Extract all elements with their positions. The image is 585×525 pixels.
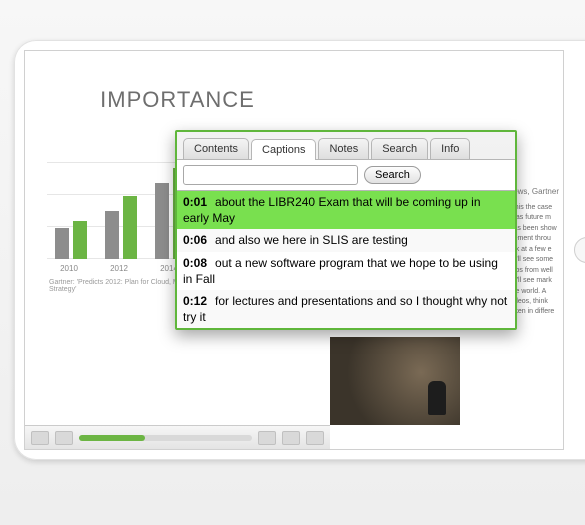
lecture-photo bbox=[330, 337, 460, 425]
caption-search-input[interactable] bbox=[183, 165, 358, 185]
tab-search[interactable]: Search bbox=[371, 138, 428, 159]
caption-line[interactable]: 0:06 and also we here in SLIS are testing bbox=[177, 229, 515, 251]
bar bbox=[105, 211, 119, 259]
video-player-bar bbox=[25, 425, 330, 449]
caption-timestamp: 0:01 bbox=[183, 195, 207, 209]
caption-line[interactable]: 0:01about the LIBR240 Exam that will be … bbox=[177, 191, 515, 229]
caption-timestamp: 0:08 bbox=[183, 256, 207, 270]
slide-title: IMPORTANCE bbox=[25, 73, 330, 117]
caption-timestamp: 0:06 bbox=[183, 233, 207, 247]
home-button[interactable] bbox=[574, 237, 585, 263]
caption-line[interactable]: 0:08out a new software program that we h… bbox=[177, 252, 515, 290]
x-axis-label: 2010 bbox=[49, 264, 89, 273]
caption-text: and also we here in SLIS are testing bbox=[215, 233, 408, 247]
tab-info[interactable]: Info bbox=[430, 138, 470, 159]
caption-text: for lectures and presentations and so I … bbox=[183, 294, 507, 324]
progress-track[interactable] bbox=[79, 435, 252, 441]
caption-text: about the LIBR240 Exam that will be comi… bbox=[183, 195, 481, 225]
bar bbox=[55, 228, 69, 260]
caption-text: out a new software program that we hope … bbox=[183, 256, 498, 286]
tab-contents[interactable]: Contents bbox=[183, 138, 249, 159]
play-button[interactable] bbox=[55, 431, 73, 445]
bar bbox=[123, 196, 137, 259]
bar bbox=[155, 183, 169, 259]
tab-captions[interactable]: Captions bbox=[251, 139, 316, 160]
captions-panel: ContentsCaptionsNotesSearchInfo Search 0… bbox=[175, 130, 517, 330]
tab-bar: ContentsCaptionsNotesSearchInfo bbox=[177, 132, 515, 159]
caption-timestamp: 0:12 bbox=[183, 294, 207, 308]
x-axis-label: 2012 bbox=[99, 264, 139, 273]
caption-list[interactable]: 0:01about the LIBR240 Exam that will be … bbox=[177, 191, 515, 328]
fullscreen-button[interactable] bbox=[306, 431, 324, 445]
progress-fill bbox=[79, 435, 145, 441]
volume-button[interactable] bbox=[258, 431, 276, 445]
next-button[interactable] bbox=[282, 431, 300, 445]
caption-search-button[interactable]: Search bbox=[364, 166, 421, 184]
caption-line[interactable]: 0:12for lectures and presentations and s… bbox=[177, 290, 515, 328]
search-row: Search bbox=[177, 159, 515, 191]
prev-button[interactable] bbox=[31, 431, 49, 445]
bar bbox=[73, 221, 87, 259]
tab-notes[interactable]: Notes bbox=[318, 138, 369, 159]
